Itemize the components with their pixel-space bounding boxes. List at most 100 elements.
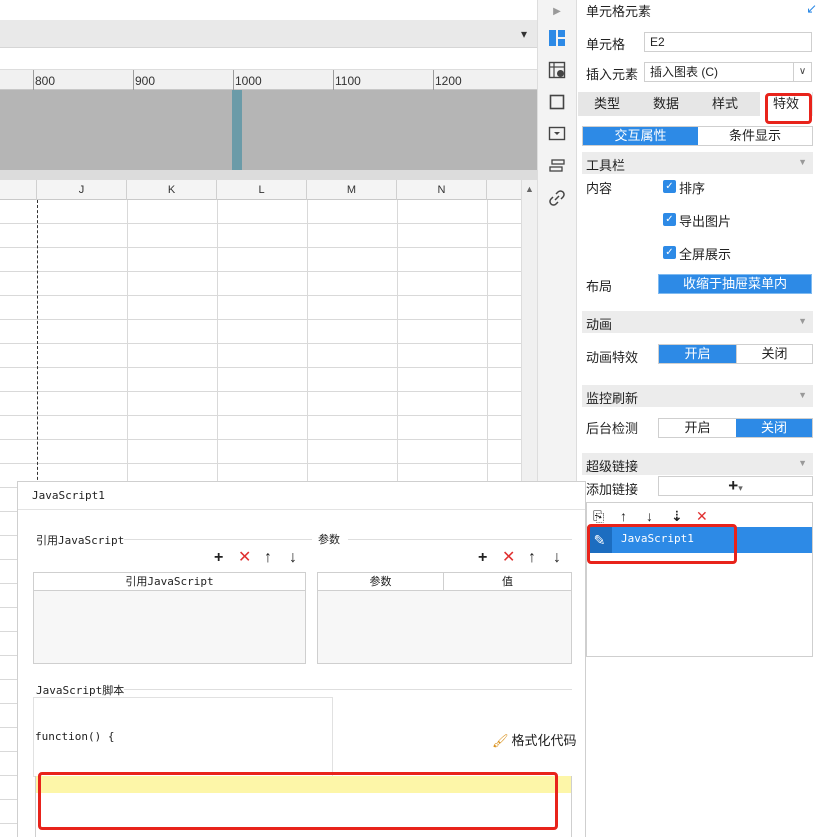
- cell-field[interactable]: E2: [644, 32, 812, 52]
- column-header-n[interactable]: N: [397, 180, 487, 200]
- group-divider: [348, 539, 572, 540]
- scroll-up-icon[interactable]: ▲: [525, 184, 534, 194]
- params-table[interactable]: 参数 值: [317, 572, 572, 664]
- move-up-icon[interactable]: ↑: [264, 550, 272, 566]
- value-column-header: 值: [444, 573, 571, 591]
- checkbox-sort-label: 排序: [679, 181, 706, 196]
- add-link-button[interactable]: +▾: [658, 476, 813, 496]
- subtab-conditional-display[interactable]: 条件显示: [698, 127, 812, 145]
- plus-icon: +: [728, 476, 739, 495]
- animation-section-title: 动画: [586, 317, 613, 332]
- ruler-tick: 1100: [335, 74, 361, 88]
- subtab-interaction[interactable]: 交互属性: [583, 127, 698, 145]
- checkbox-sort[interactable]: ✓: [663, 180, 676, 193]
- param-column-header: 参数: [318, 573, 444, 591]
- ruler: 800 900 1000 1100 1200: [0, 70, 537, 90]
- page-preview-area: [0, 90, 537, 170]
- column-header-k[interactable]: K: [127, 180, 217, 200]
- collapse-icon[interactable]: ▼: [798, 316, 807, 326]
- monitor-section-title: 监控刷新: [586, 391, 639, 406]
- highlight-script-editor: [38, 772, 558, 830]
- ref-js-table[interactable]: 引用JavaScript: [33, 572, 306, 664]
- add-link-label: 添加链接: [586, 482, 639, 497]
- move-up-icon[interactable]: ↑: [528, 550, 536, 566]
- format-code-button[interactable]: 🖌 格式化代码: [492, 730, 577, 749]
- collapse-icon[interactable]: ▼: [798, 458, 807, 468]
- checkbox-export-image[interactable]: ✓: [663, 213, 676, 226]
- column-header-row: J K L M N: [0, 180, 521, 200]
- column-header-j[interactable]: J: [37, 180, 127, 200]
- highlight-link-item: [587, 524, 737, 564]
- move-up-icon[interactable]: ↑: [620, 508, 627, 524]
- dialog-title: JavaScript1: [32, 489, 105, 502]
- insert-element-label: 插入元素: [586, 67, 639, 82]
- monitor-toggle: 开启 关闭: [658, 418, 813, 438]
- background-check-label: 后台检测: [586, 421, 639, 436]
- toolbar-section-header[interactable]: 工具栏 ▼: [582, 152, 813, 174]
- ref-js-column-header: 引用JavaScript: [34, 573, 305, 591]
- brush-icon: 🖌: [492, 733, 509, 748]
- move-down-icon[interactable]: ↓: [289, 550, 297, 566]
- hyperlink-list-icon[interactable]: [546, 155, 568, 177]
- delete-icon[interactable]: ✕: [696, 508, 708, 525]
- collapse-icon[interactable]: ▼: [798, 390, 807, 400]
- ruler-tick: 1200: [435, 74, 462, 88]
- checkbox-export-image-label: 导出图片: [679, 214, 732, 229]
- move-down-icon[interactable]: ↓: [553, 550, 561, 566]
- animation-effect-label: 动画特效: [586, 350, 639, 365]
- page-boundary-marker[interactable]: [232, 90, 242, 170]
- format-dropdown-icon[interactable]: ▾: [521, 27, 527, 41]
- layout-drawer-option[interactable]: 收缩于抽屉菜单内: [658, 274, 812, 294]
- pin-icon[interactable]: ↙: [806, 1, 817, 17]
- monitor-section-header[interactable]: 监控刷新 ▼: [582, 385, 813, 407]
- script-group-title: JavaScript脚本: [36, 684, 125, 697]
- add-ref-js-icon[interactable]: +: [214, 550, 223, 566]
- chevron-down-icon[interactable]: ∨: [793, 63, 811, 81]
- group-divider: [124, 539, 312, 540]
- insert-element-value: 插入图表 (C): [650, 65, 718, 79]
- animation-section-header[interactable]: 动画 ▼: [582, 311, 813, 333]
- layout-label: 布局: [586, 279, 613, 294]
- column-header-blank: [0, 180, 37, 200]
- cell-element-panel: 单元格元素 ↙ 单元格 E2 插入元素 插入图表 (C) ∨ 类型 数据 样式 …: [577, 0, 823, 837]
- dialog-title-bar: JavaScript1: [18, 482, 585, 510]
- tab-data[interactable]: 数据: [636, 92, 696, 116]
- condition-icon[interactable]: [546, 123, 568, 145]
- hyperlink-section-header[interactable]: 超级链接 ▼: [582, 453, 813, 475]
- sheet-strip: [0, 48, 537, 70]
- cell-element-icon[interactable]: [546, 27, 568, 49]
- checkbox-fullscreen[interactable]: ✓: [663, 246, 676, 259]
- add-param-icon[interactable]: +: [478, 550, 487, 566]
- animation-off-button[interactable]: 关闭: [736, 345, 812, 363]
- insert-element-select[interactable]: 插入图表 (C) ∨: [644, 62, 812, 82]
- tab-style[interactable]: 样式: [696, 92, 754, 116]
- column-header-l[interactable]: L: [217, 180, 307, 200]
- delete-ref-js-icon[interactable]: ✕: [238, 550, 251, 566]
- monitor-on-button[interactable]: 开启: [659, 419, 736, 437]
- delete-param-icon[interactable]: ✕: [502, 550, 515, 566]
- widget-square-icon[interactable]: [546, 91, 568, 113]
- page-break-line: [37, 200, 38, 490]
- move-down-icon[interactable]: ↓: [646, 508, 653, 524]
- ruler-tick: 900: [135, 74, 156, 88]
- tab-type[interactable]: 类型: [578, 92, 636, 116]
- toolbar-section-title: 工具栏: [586, 158, 626, 173]
- ruler-tick: 800: [35, 74, 56, 88]
- collapse-icon[interactable]: ▼: [798, 157, 807, 167]
- chevron-down-icon: ▾: [738, 483, 743, 493]
- panel-title: 单元格元素: [586, 4, 652, 19]
- separator: [0, 170, 537, 180]
- link-icon[interactable]: [546, 187, 568, 209]
- cell-attribute-icon[interactable]: [546, 59, 568, 81]
- copy-icon[interactable]: ⎘: [593, 508, 604, 525]
- params-group-title: 参数: [318, 534, 340, 546]
- collapse-arrow-icon[interactable]: ▶: [546, 0, 568, 22]
- animation-on-button[interactable]: 开启: [659, 345, 736, 363]
- top-bar: [0, 0, 537, 20]
- monitor-off-button[interactable]: 关闭: [736, 419, 812, 437]
- ruler-tick: 1000: [235, 74, 262, 88]
- function-signature: function() {: [35, 730, 115, 743]
- cell-label: 单元格: [586, 37, 626, 52]
- column-header-m[interactable]: M: [307, 180, 397, 200]
- move-to-bottom-icon[interactable]: ⇣: [671, 508, 683, 525]
